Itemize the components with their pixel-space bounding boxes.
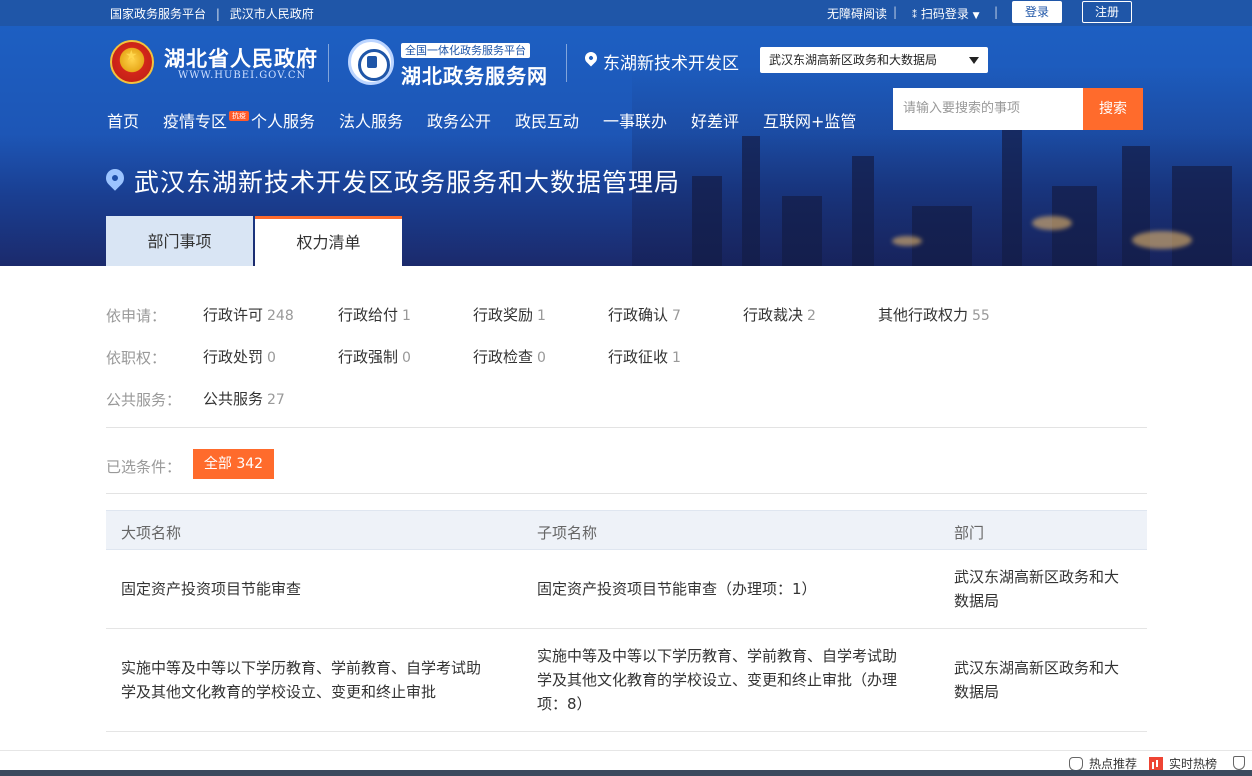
divider xyxy=(106,493,1147,494)
dept-line: 武汉东湖高新区政务和大 xyxy=(954,568,1120,586)
filter-item[interactable]: 行政处罚 0 xyxy=(203,346,276,367)
service-platform-tag: 全国一体化政务服务平台 xyxy=(401,43,530,58)
service-net-title[interactable]: 湖北政务服务网 xyxy=(401,60,548,89)
filter-item[interactable]: 公共服务 27 xyxy=(203,388,285,409)
dept-cell: 武汉东湖高新区政务和大 数据局 xyxy=(954,565,1119,613)
separator: | xyxy=(994,5,999,19)
dept-line: 武汉东湖高新区政务和大 xyxy=(954,659,1120,677)
filter-group-label: 公共服务： xyxy=(106,391,182,409)
separator: | xyxy=(215,7,220,21)
nav-personal[interactable]: 个人服务 xyxy=(251,108,315,132)
nav-evaluation[interactable]: 好差评 xyxy=(691,108,739,132)
sub-line: 项：8） xyxy=(537,695,592,713)
dept-cell: 武汉东湖高新区政务和大 数据局 xyxy=(954,656,1119,704)
major-item-cell[interactable]: 实施中等及中等以下学历教育、学前教育、自学考试助 学及其他文化教育的学校设立、变… xyxy=(121,656,481,704)
nav-legal-person[interactable]: 法人服务 xyxy=(339,108,403,132)
sub-item-cell[interactable]: 固定资产投资项目节能审查（办理项：1） xyxy=(537,577,817,601)
register-button[interactable]: 注册 xyxy=(1082,1,1132,23)
table-row[interactable]: 固定资产投资项目节能审查 固定资产投资项目节能审查（办理项：1） 武汉东湖高新区… xyxy=(106,550,1147,629)
qr-login-link[interactable]: ⁑ 扫码登录 ▼ xyxy=(912,5,980,22)
realtime-rank-label: 实时热榜 xyxy=(1169,757,1218,771)
separator: | xyxy=(893,5,898,19)
chart-icon xyxy=(1149,757,1163,771)
qr-login-label: 扫码登录 xyxy=(920,7,969,21)
filter-item[interactable]: 行政许可 248 xyxy=(203,304,294,325)
table-header: 大项名称 子项名称 部门 xyxy=(106,510,1147,550)
os-taskbar xyxy=(0,770,1252,776)
filter-group-label: 依职权： xyxy=(106,349,167,367)
divider xyxy=(106,427,1147,428)
gov-url: WWW.HUBEI.GOV.CN xyxy=(178,70,307,81)
filter-item[interactable]: 行政奖励 1 xyxy=(473,304,546,325)
divider xyxy=(328,44,329,82)
top-links: 国家政务服务平台 | 武汉市人民政府 xyxy=(110,5,314,22)
major-item-cell[interactable]: 固定资产投资项目节能审查 xyxy=(121,577,301,601)
nav-interaction[interactable]: 政民互动 xyxy=(515,108,579,132)
location-name[interactable]: 东湖新技术开发区 xyxy=(603,49,739,74)
filter-item[interactable]: 行政检查 0 xyxy=(473,346,546,367)
column-header: 部门 xyxy=(954,524,985,542)
nav-home[interactable]: 首页 xyxy=(107,108,139,132)
nav-epidemic[interactable]: 疫情专区 xyxy=(163,108,227,132)
service-net-logo-icon xyxy=(348,39,394,85)
selected-condition-chip[interactable]: 全部 342 xyxy=(193,449,274,479)
sub-line: 实施中等及中等以下学历教育、学前教育、自学考试助 xyxy=(537,647,898,665)
nav-supervision[interactable]: 互联网+监管 xyxy=(763,108,856,132)
sub-line: 学及其他文化教育的学校设立、变更和终止审批（办理 xyxy=(537,671,898,689)
filter-item[interactable]: 其他行政权力 55 xyxy=(878,304,990,325)
header-banner: 湖北省人民政府 WWW.HUBEI.GOV.CN 全国一体化政务服务平台 湖北政… xyxy=(0,26,1252,266)
tab-department-items[interactable]: 部门事项 xyxy=(106,216,253,266)
shield-icon[interactable] xyxy=(1233,756,1245,770)
gov-title[interactable]: 湖北省人民政府 xyxy=(164,43,318,73)
selected-conditions-label: 已选条件： xyxy=(106,458,182,476)
column-header: 子项名称 xyxy=(537,524,598,542)
wuhan-gov-link[interactable]: 武汉市人民政府 xyxy=(230,7,314,21)
column-header: 大项名称 xyxy=(121,524,182,542)
hot-recommend-label: 热点推荐 xyxy=(1089,757,1138,771)
filter-item[interactable]: 行政征收 1 xyxy=(608,346,681,367)
search-button[interactable]: 搜索 xyxy=(1083,88,1143,130)
hand-icon xyxy=(1069,757,1083,771)
divider xyxy=(566,44,567,82)
dept-line: 数据局 xyxy=(954,683,1000,701)
accessible-reading-link[interactable]: 无障碍阅读 xyxy=(827,5,887,22)
tab-power-list[interactable]: 权力清单 xyxy=(255,216,402,266)
national-emblem-icon xyxy=(110,40,154,84)
epidemic-badge: 抗疫 xyxy=(229,111,249,121)
department-select[interactable]: 武汉东湖高新区政务和大数据局 xyxy=(760,47,988,73)
sub-item-cell[interactable]: 实施中等及中等以下学历教育、学前教育、自学考试助 学及其他文化教育的学校设立、变… xyxy=(537,644,897,716)
dept-line: 数据局 xyxy=(954,592,1000,610)
page-title: 武汉东湖新技术开发区政务服务和大数据管理局 xyxy=(134,168,681,197)
caret-down-icon: ▼ xyxy=(972,11,980,21)
national-platform-link[interactable]: 国家政务服务平台 xyxy=(110,7,206,21)
major-line: 实施中等及中等以下学历教育、学前教育、自学考试助 xyxy=(121,659,482,677)
major-line: 学及其他文化教育的学校设立、变更和终止审批 xyxy=(121,683,437,701)
nav-joint-service[interactable]: 一事联办 xyxy=(603,108,667,132)
location-pin-icon xyxy=(582,49,600,67)
caret-down-icon xyxy=(969,57,979,64)
search-input[interactable]: 请输入要搜索的事项 xyxy=(893,88,1083,130)
filter-item[interactable]: 行政给付 1 xyxy=(338,304,411,325)
filter-item[interactable]: 行政强制 0 xyxy=(338,346,411,367)
department-select-value: 武汉东湖高新区政务和大数据局 xyxy=(769,53,938,67)
nav-gov-affairs[interactable]: 政务公开 xyxy=(427,108,491,132)
login-button[interactable]: 登录 xyxy=(1012,1,1062,23)
top-bar: 国家政务服务平台 | 武汉市人民政府 无障碍阅读 | ⁑ 扫码登录 ▼ | 登录… xyxy=(0,0,1252,26)
filter-group-label: 依申请： xyxy=(106,307,167,325)
table-row[interactable]: 实施中等及中等以下学历教育、学前教育、自学考试助 学及其他文化教育的学校设立、变… xyxy=(106,629,1147,732)
filter-item[interactable]: 行政裁决 2 xyxy=(743,304,816,325)
location-pin-icon xyxy=(102,165,128,191)
qr-icon: ⁑ xyxy=(912,10,917,21)
filter-item[interactable]: 行政确认 7 xyxy=(608,304,681,325)
